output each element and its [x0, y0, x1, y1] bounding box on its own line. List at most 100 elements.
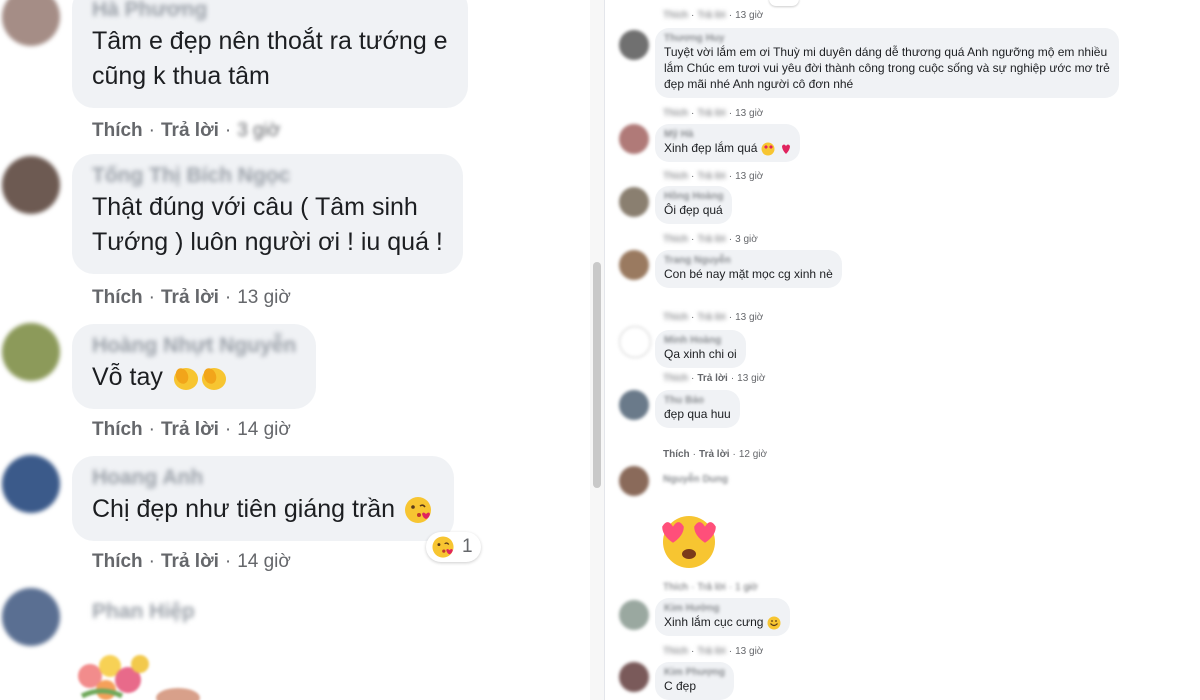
separator-dot: ·	[148, 551, 155, 572]
smiling-face-icon	[767, 616, 781, 630]
separator-dot: ·	[224, 287, 232, 308]
commenter-name[interactable]: Mỹ Hà	[664, 129, 791, 140]
flower-bouquet-sticker	[78, 655, 200, 700]
reply-button[interactable]: Trả lời	[697, 10, 725, 21]
comment-text-line: Ôi đẹp quá	[664, 203, 723, 217]
heart-eyes-and-heart-icon	[761, 142, 790, 156]
like-button[interactable]: Thích	[92, 120, 143, 141]
like-button[interactable]: Thích	[92, 551, 143, 572]
like-button[interactable]: Thích	[663, 373, 688, 384]
comment-actions: Thích · Trả lời · 13 giờ	[663, 10, 763, 21]
reply-button[interactable]: Trả lời	[697, 373, 727, 384]
separator-dot: ·	[728, 171, 733, 182]
avatar[interactable]	[2, 156, 60, 214]
avatar[interactable]	[619, 187, 649, 217]
avatar[interactable]	[619, 124, 649, 154]
comment-bubble: Trang Nguyễn Con bé nay mặt mọc cg xinh …	[655, 250, 842, 288]
comment-bubble: Kim Phượng C đẹp	[655, 662, 735, 700]
separator-dot: ·	[728, 312, 733, 323]
avatar[interactable]	[619, 30, 649, 60]
separator-dot: ·	[691, 10, 695, 21]
comment-bubble: Tống Thị Bích Ngọc Thật đúng với câu ( T…	[72, 154, 463, 274]
avatar[interactable]	[619, 600, 649, 630]
like-button[interactable]: Thích	[92, 287, 143, 308]
timestamp[interactable]: 3 giờ	[735, 234, 758, 245]
timestamp[interactable]: 13 giờ	[735, 10, 763, 21]
commenter-name[interactable]: Trang Nguyễn	[664, 255, 833, 266]
separator-dot: ·	[224, 120, 232, 141]
reply-button[interactable]: Trả lời	[697, 108, 725, 119]
timestamp[interactable]: 3 giờ	[237, 120, 280, 141]
comment-text-line: Thật đúng với câu ( Tâm sinh	[92, 193, 418, 221]
reply-button[interactable]: Trả lời	[699, 449, 729, 460]
scrollbar-thumb[interactable]	[593, 262, 601, 488]
comment-text-line: Chị đẹp như tiên giáng trần	[92, 495, 396, 523]
separator-dot: ·	[691, 373, 695, 384]
reply-button[interactable]: Trả lời	[161, 287, 219, 308]
commenter-name[interactable]: Nguyễn Dung	[663, 474, 728, 485]
reply-button[interactable]: Trả lời	[697, 234, 725, 245]
timestamp[interactable]: 13 giờ	[735, 312, 763, 323]
like-button[interactable]: Thích	[663, 171, 688, 182]
avatar[interactable]	[2, 455, 60, 513]
heart-eyes-emoji-sticker	[662, 516, 716, 568]
like-button[interactable]: Thích	[92, 419, 143, 440]
like-button[interactable]: Thích	[663, 10, 688, 21]
commenter-name[interactable]: Hoang Anh	[92, 466, 434, 490]
reply-button[interactable]: Trả lời	[697, 312, 725, 323]
reply-button[interactable]: Trả lời	[697, 582, 725, 593]
avatar[interactable]	[2, 323, 60, 381]
commenter-name[interactable]: Hoàng Nhựt Nguyễn	[92, 334, 296, 358]
commenter-name[interactable]: Kim Phượng	[664, 667, 725, 678]
timestamp[interactable]: 12 giờ	[739, 449, 767, 460]
like-button[interactable]: Thích	[663, 582, 688, 593]
commenter-name[interactable]: Phan Hiệp	[92, 600, 195, 624]
like-button[interactable]: Thích	[663, 108, 688, 119]
timestamp[interactable]: 13 giờ	[735, 646, 763, 657]
commenter-name[interactable]: Kim Hường	[664, 603, 781, 614]
like-button[interactable]: Thích	[663, 234, 688, 245]
reply-button[interactable]: Trả lời	[161, 120, 219, 141]
avatar[interactable]	[619, 662, 649, 692]
avatar[interactable]	[2, 588, 60, 646]
face-blowing-kiss-icon	[432, 536, 454, 558]
timestamp[interactable]: 13 giờ	[737, 373, 765, 384]
separator-dot: ·	[728, 234, 733, 245]
avatar[interactable]	[619, 390, 649, 420]
commenter-name[interactable]: Thương Huy	[664, 33, 1110, 44]
reply-button[interactable]: Trả lời	[697, 171, 725, 182]
like-button[interactable]: Thích	[663, 312, 688, 323]
separator-dot: ·	[691, 646, 695, 657]
timestamp[interactable]: 13 giờ	[735, 108, 763, 119]
separator-dot: ·	[224, 551, 232, 572]
reply-button[interactable]: Trả lời	[161, 419, 219, 440]
comment-text-line: cũng k thua tâm	[92, 62, 270, 90]
timestamp[interactable]: 13 giờ	[237, 287, 291, 308]
comment-bubble: Mỹ Hà Xinh đẹp lắm quá	[655, 124, 800, 162]
commenter-name[interactable]: Minh Hoàng	[664, 335, 737, 346]
avatar[interactable]	[619, 466, 649, 496]
commenter-name[interactable]: Hồng Hoàng	[664, 191, 723, 202]
separator-dot: ·	[691, 312, 695, 323]
reply-button[interactable]: Trả lời	[161, 551, 219, 572]
comment-bubble: Thu Bảo đẹp qua huu	[655, 390, 740, 428]
commenter-name[interactable]: Thu Bảo	[664, 395, 731, 406]
like-button[interactable]: Thích	[663, 449, 690, 460]
avatar[interactable]	[619, 250, 649, 280]
reply-button[interactable]: Trả lời	[697, 646, 725, 657]
reaction-summary[interactable]: 1	[426, 532, 481, 562]
comment-actions: Thích · Trả lời · 13 giờ	[92, 287, 291, 309]
scrollbar[interactable]	[590, 0, 604, 700]
like-button[interactable]: Thích	[663, 646, 688, 657]
avatar[interactable]	[619, 326, 651, 358]
commenter-name[interactable]: Tống Thị Bích Ngọc	[92, 164, 443, 188]
timestamp[interactable]: 1 giờ	[735, 582, 758, 593]
timestamp[interactable]: 13 giờ	[735, 171, 763, 182]
commenter-name[interactable]: Hà Phương	[92, 0, 448, 22]
comment-bubble: Minh Hoàng Qa xinh chi oi	[655, 330, 746, 368]
reaction-summary[interactable]	[769, 0, 799, 6]
avatar[interactable]	[2, 0, 60, 46]
timestamp[interactable]: 14 giờ	[237, 419, 291, 440]
timestamp[interactable]: 14 giờ	[237, 551, 291, 572]
clapping-hands-icon	[173, 368, 226, 391]
